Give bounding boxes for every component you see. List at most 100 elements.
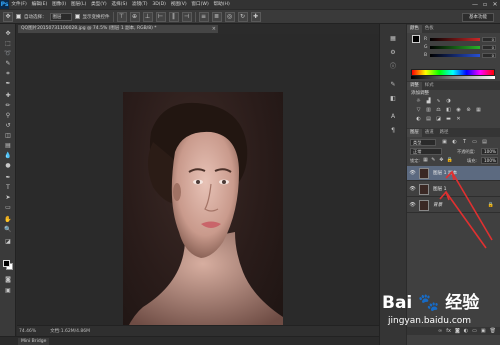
move-tool-icon[interactable]: ✥ <box>3 30 13 38</box>
color-lookup-icon[interactable]: ▦ <box>475 107 482 113</box>
red-value[interactable]: 0 <box>482 37 496 42</box>
fill-input[interactable]: 100% <box>481 157 498 164</box>
document-info[interactable]: 文档:1.62M/4.86M <box>50 328 90 334</box>
gradient-tool-icon[interactable]: ▤ <box>3 142 13 150</box>
layer-name[interactable]: 图层 1 副本 <box>433 170 457 176</box>
layer-name[interactable]: 背景 <box>433 202 442 208</box>
history-brush-tool-icon[interactable]: ↺ <box>3 122 13 130</box>
menu-3d[interactable]: 3D(D) <box>150 0 168 9</box>
align-center-icon[interactable]: ‖ <box>168 11 179 22</box>
menu-select[interactable]: 选择(S) <box>109 0 129 9</box>
zoom-level[interactable]: 74.46% <box>19 329 36 334</box>
minimize-button[interactable]: — <box>470 0 480 9</box>
menu-edit[interactable]: 编辑(E) <box>29 0 49 9</box>
paragraph-panel-icon[interactable]: ¶ <box>387 126 399 136</box>
zoom-tool-icon[interactable]: 🔍 <box>3 226 13 234</box>
menu-filter[interactable]: 滤镜(T) <box>130 0 150 9</box>
visibility-eye-icon[interactable]: 👁 <box>409 201 416 209</box>
close-window-button[interactable]: ✕ <box>490 0 500 9</box>
lock-pixels-icon[interactable]: ✎ <box>431 157 436 163</box>
align-left-icon[interactable]: ⊢ <box>155 11 166 22</box>
history-panel-icon[interactable]: ▦ <box>387 34 399 44</box>
exposure-icon[interactable]: ◑ <box>445 98 452 104</box>
menu-view[interactable]: 视图(V) <box>168 0 189 9</box>
distribute-icon[interactable]: ≡ <box>198 11 209 22</box>
filter-smart-icon[interactable]: ▤ <box>481 139 488 145</box>
menu-image[interactable]: 图像(I) <box>50 0 69 9</box>
3d-mode-icon[interactable]: ◎ <box>224 11 235 22</box>
green-slider-track[interactable] <box>430 46 480 49</box>
blend-mode-dropdown[interactable]: 正常 <box>410 148 442 155</box>
brightness-contrast-icon[interactable]: ☼ <box>415 98 422 104</box>
brush-presets-icon[interactable]: ◧ <box>387 94 399 104</box>
3d-rotate-icon[interactable]: ↻ <box>237 11 248 22</box>
distribute-vertical-icon[interactable]: ≣ <box>211 11 222 22</box>
lasso-tool-icon[interactable]: ➰ <box>3 50 13 58</box>
mini-bridge-tab[interactable]: Mini Bridge <box>18 338 50 345</box>
move-tool-preset-icon[interactable]: ✥ <box>3 11 13 22</box>
quick-select-tool-icon[interactable]: ✎ <box>3 60 13 68</box>
close-document-icon[interactable]: × <box>212 25 216 33</box>
menu-file[interactable]: 文件(F) <box>9 0 29 9</box>
filter-adjustment-icon[interactable]: ◐ <box>451 139 458 145</box>
channel-mixer-icon[interactable]: ⊛ <box>465 107 472 113</box>
layer-row[interactable]: 👁 背景 🔒 <box>407 198 500 213</box>
align-middle-icon[interactable]: ⊕ <box>129 11 140 22</box>
tab-swatches[interactable]: 色板 <box>422 25 437 33</box>
tab-color[interactable]: 颜色 <box>407 25 422 33</box>
canvas-area[interactable] <box>17 34 379 338</box>
gradient-map-icon[interactable]: ▬ <box>445 116 452 122</box>
hue-saturation-icon[interactable]: ▥ <box>425 107 432 113</box>
photo-filter-icon[interactable]: ◉ <box>455 107 462 113</box>
tab-adjustments[interactable]: 调整 <box>407 82 422 90</box>
grayscale-ramp[interactable] <box>411 76 495 79</box>
layer-kind-filter[interactable]: 类型 <box>410 139 436 146</box>
pen-tool-icon[interactable]: ✒ <box>3 174 13 182</box>
tab-channels[interactable]: 通道 <box>422 129 437 137</box>
foreground-color-swatch[interactable] <box>3 260 10 267</box>
eyedropper-tool-icon[interactable]: ✒ <box>3 80 13 88</box>
character-panel-icon[interactable]: A <box>387 112 399 122</box>
shape-tool-icon[interactable]: ▭ <box>3 204 13 212</box>
tab-paths[interactable]: 路径 <box>437 129 452 137</box>
tab-layers[interactable]: 图层 <box>407 129 422 137</box>
menu-help[interactable]: 帮助(H) <box>211 0 232 9</box>
threshold-icon[interactable]: ◪ <box>435 116 442 122</box>
lock-all-icon[interactable]: 🔒 <box>447 157 453 163</box>
levels-icon[interactable]: ▟ <box>425 98 432 104</box>
red-slider[interactable]: R 0 <box>424 37 499 42</box>
hand-tool-icon[interactable]: ✋ <box>3 216 13 224</box>
align-bottom-icon[interactable]: ⊥ <box>142 11 153 22</box>
color-panel-foreground-swatch[interactable] <box>412 35 420 43</box>
workspace-switcher[interactable]: 基本功能 <box>462 13 494 22</box>
quick-mask-icon[interactable]: ◙ <box>3 276 13 284</box>
marquee-tool-icon[interactable]: ⬚ <box>3 40 13 48</box>
curves-icon[interactable]: ∿ <box>435 98 442 104</box>
dodge-tool-icon[interactable]: ● <box>3 162 13 170</box>
healing-brush-tool-icon[interactable]: ✚ <box>3 92 13 100</box>
layer-row[interactable]: 👁 图层 1 <box>407 182 500 197</box>
menu-layer[interactable]: 图层(L) <box>69 0 89 9</box>
show-transform-checkbox[interactable] <box>74 14 80 19</box>
portrait-photo[interactable] <box>123 92 283 338</box>
layer-name[interactable]: 图层 1 <box>433 186 447 192</box>
color-balance-icon[interactable]: ⚖ <box>435 107 442 113</box>
blue-slider[interactable]: B 0 <box>424 53 499 58</box>
auto-select-checkbox[interactable] <box>16 14 21 19</box>
crop-tool-icon[interactable]: ⌗ <box>3 70 13 78</box>
clone-stamp-tool-icon[interactable]: ⚲ <box>3 112 13 120</box>
blue-value[interactable]: 0 <box>482 53 496 58</box>
blur-tool-icon[interactable]: 💧 <box>3 152 13 160</box>
brush-panel-icon[interactable]: ✎ <box>387 80 399 90</box>
filter-shape-icon[interactable]: ▭ <box>471 139 478 145</box>
posterize-icon[interactable]: ▤ <box>425 116 432 122</box>
opacity-input[interactable]: 100% <box>481 148 498 155</box>
filter-pixel-icon[interactable]: ▣ <box>441 139 448 145</box>
document-tab[interactable]: QQ图片20150731100028.jpg @ 74.5% (图层 1 副本,… <box>18 25 218 33</box>
lock-transparency-icon[interactable]: ▦ <box>423 157 428 163</box>
path-select-tool-icon[interactable]: ➤ <box>3 194 13 202</box>
green-value[interactable]: 0 <box>482 45 496 50</box>
selective-color-icon[interactable]: ✕ <box>455 116 462 122</box>
properties-panel-icon[interactable]: ⚙ <box>387 48 399 58</box>
align-top-icon[interactable]: ⊤ <box>116 11 127 22</box>
